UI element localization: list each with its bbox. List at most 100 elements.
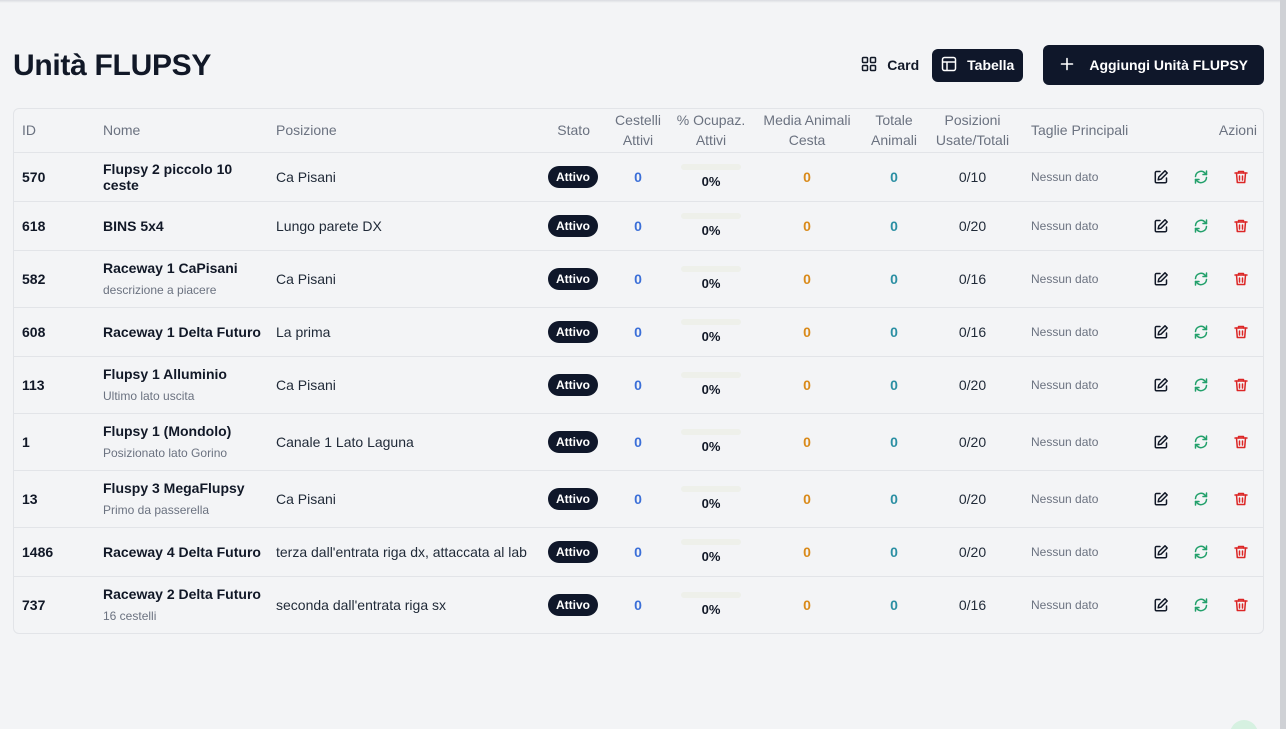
table-view-button[interactable]: Tabella: [932, 48, 1024, 82]
cell-posizioni: 0/16: [922, 250, 1023, 308]
col-header-occupazione[interactable]: % Ocupaz. Attivi: [674, 109, 748, 153]
cell-totale: 0: [866, 250, 922, 308]
table-row[interactable]: 582 Raceway 1 CaPisani descrizione a pia…: [14, 250, 1263, 308]
col-header-totale[interactable]: Totale Animali: [866, 109, 922, 153]
occupancy-value: 0%: [701, 549, 721, 564]
cell-cestelli: 0: [602, 527, 674, 577]
status-badge: Attivo: [548, 214, 598, 237]
cell-posizione: Ca Pisani: [268, 356, 530, 414]
refresh-icon[interactable]: [1193, 324, 1209, 340]
cell-taglie: Nessun dato: [1023, 152, 1133, 202]
cell-posizione: terza dall'entrata riga dx, attaccata al…: [268, 527, 530, 577]
cell-stato: Attivo: [530, 201, 602, 251]
cell-posizione: seconda dall'entrata riga sx: [276, 596, 446, 613]
header-actions: Card Tabella Aggiungi Unità FLUPSY: [852, 45, 1264, 85]
floating-action-button[interactable]: [1230, 720, 1258, 729]
occupancy-value: 0%: [701, 496, 721, 511]
edit-icon[interactable]: [1153, 324, 1169, 340]
cell-nome: Raceway 1 CaPisani descrizione a piacere: [95, 250, 268, 308]
refresh-icon[interactable]: [1193, 271, 1209, 287]
cell-azioni: [1133, 152, 1263, 202]
cell-totale: 0: [890, 596, 898, 613]
trash-icon[interactable]: [1233, 271, 1249, 287]
flupsy-description: Primo da passerella: [103, 503, 210, 517]
cell-totale: 0: [866, 152, 922, 202]
cell-id: 13: [14, 470, 95, 528]
col-header-posizioni[interactable]: Posizioni Usate/Totali: [922, 109, 1023, 153]
cell-azioni: [1133, 413, 1263, 471]
add-flupsy-label: Aggiungi Unità FLUPSY: [1089, 57, 1248, 73]
cell-nome: Flupsy 2 piccolo 10 ceste: [95, 152, 268, 202]
cell-posizioni: 0/16: [958, 596, 987, 613]
cell-azioni: [1133, 576, 1263, 633]
refresh-icon[interactable]: [1193, 544, 1209, 560]
plus-icon: [1059, 56, 1075, 75]
cell-taglie: Nessun dato: [1023, 470, 1133, 528]
trash-icon[interactable]: [1233, 597, 1249, 613]
edit-icon[interactable]: [1153, 434, 1169, 450]
cell-stato: Attivo: [530, 576, 602, 633]
refresh-icon[interactable]: [1193, 218, 1209, 234]
edit-icon[interactable]: [1153, 218, 1169, 234]
top-shadow: [0, 0, 1286, 3]
flupsy-name: Raceway 2 Delta Futuro: [103, 586, 261, 603]
table-row[interactable]: 570 Flupsy 2 piccolo 10 ceste Ca Pisani …: [14, 152, 1263, 202]
flupsy-name: Raceway 1 Delta Futuro: [103, 323, 261, 340]
table-row[interactable]: 1486 Raceway 4 Delta Futuro terza dall'e…: [14, 527, 1263, 577]
col-header-posizione[interactable]: Posizione: [268, 109, 530, 153]
table-row[interactable]: 737 Raceway 2 Delta Futuro 16 cestelli s…: [14, 576, 1263, 633]
cell-nome: Flupsy 1 (Mondolo) Posizionato lato Gori…: [95, 413, 268, 471]
edit-icon[interactable]: [1153, 491, 1169, 507]
edit-icon[interactable]: [1153, 597, 1169, 613]
trash-icon[interactable]: [1233, 324, 1249, 340]
cell-stato: Attivo: [530, 250, 602, 308]
flupsy-name: Fluspy 3 MegaFlupsy: [103, 480, 245, 496]
occupancy-bar: [681, 592, 741, 599]
occupancy-value: 0%: [701, 602, 721, 618]
refresh-icon[interactable]: [1193, 491, 1209, 507]
col-header-nome[interactable]: Nome: [95, 109, 268, 153]
edit-icon[interactable]: [1153, 544, 1169, 560]
trash-icon[interactable]: [1233, 218, 1249, 234]
table-row[interactable]: 13 Fluspy 3 MegaFlupsy Primo da passerel…: [14, 470, 1263, 528]
col-header-taglie[interactable]: Taglie Principali: [1023, 109, 1133, 153]
status-badge: Attivo: [548, 593, 598, 616]
cell-posizioni: 0/20: [922, 413, 1023, 471]
cell-totale: 0: [866, 356, 922, 414]
occupancy-bar: [681, 539, 741, 545]
cell-posizione: Ca Pisani: [268, 470, 530, 528]
edit-icon[interactable]: [1153, 169, 1169, 185]
col-header-stato[interactable]: Stato: [530, 109, 602, 153]
cell-id: 608: [14, 307, 95, 357]
col-header-media[interactable]: Media Animali Cesta: [748, 109, 866, 153]
card-view-button[interactable]: Card: [852, 49, 928, 82]
trash-icon[interactable]: [1233, 491, 1249, 507]
trash-icon[interactable]: [1233, 377, 1249, 393]
flupsy-description: Posizionato lato Gorino: [103, 446, 228, 460]
page-title: Unità FLUPSY: [13, 49, 212, 82]
cell-nome: Raceway 2 Delta Futuro 16 cestelli: [95, 576, 268, 633]
refresh-icon[interactable]: [1193, 169, 1209, 185]
cell-media: 0: [748, 250, 866, 308]
refresh-icon[interactable]: [1193, 597, 1209, 613]
cell-occupazione: 0%: [674, 470, 748, 528]
scrollbar[interactable]: [1280, 0, 1286, 729]
table-row[interactable]: 618 BINS 5x4 Lungo parete DX Attivo 0 0%…: [14, 201, 1263, 251]
table-row[interactable]: 113 Flupsy 1 Alluminio Ultimo lato uscit…: [14, 356, 1263, 414]
edit-icon[interactable]: [1153, 271, 1169, 287]
refresh-icon[interactable]: [1193, 434, 1209, 450]
trash-icon[interactable]: [1233, 544, 1249, 560]
cell-taglie: Nessun dato: [1031, 597, 1099, 612]
trash-icon[interactable]: [1233, 434, 1249, 450]
trash-icon[interactable]: [1233, 169, 1249, 185]
cell-stato: Attivo: [530, 307, 602, 357]
table-row[interactable]: 608 Raceway 1 Delta Futuro La prima Atti…: [14, 307, 1263, 357]
refresh-icon[interactable]: [1193, 377, 1209, 393]
edit-icon[interactable]: [1153, 377, 1169, 393]
status-badge: Attivo: [548, 430, 598, 453]
add-flupsy-button[interactable]: Aggiungi Unità FLUPSY: [1043, 45, 1264, 85]
status-badge: Attivo: [548, 487, 598, 510]
col-header-id[interactable]: ID: [14, 109, 95, 153]
col-header-cestelli[interactable]: Cestelli Attivi: [602, 109, 674, 153]
table-row[interactable]: 1 Flupsy 1 (Mondolo) Posizionato lato Go…: [14, 413, 1263, 471]
